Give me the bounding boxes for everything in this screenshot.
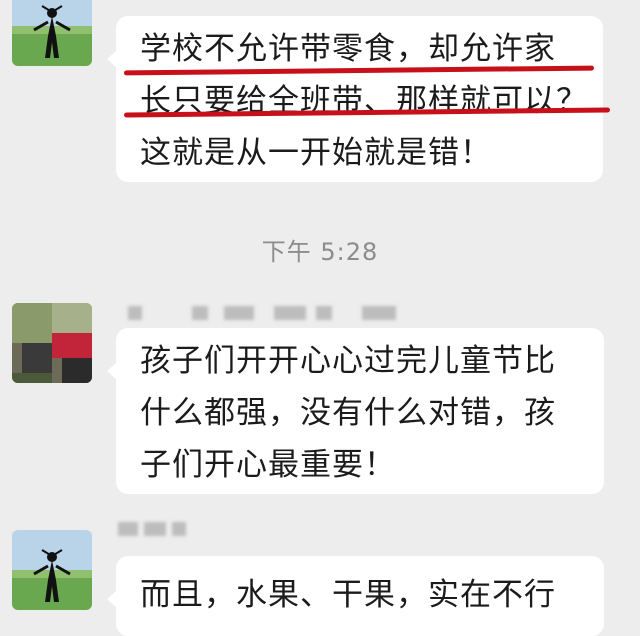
- avatar-image: [12, 530, 92, 610]
- timestamp: 下午 5:28: [261, 238, 379, 266]
- avatar-image: [12, 303, 92, 383]
- message-line: 子们开心最重要！: [140, 447, 396, 483]
- message-line: 而且，水果、干果，实在不行: [140, 577, 556, 613]
- message-line: 孩子们开开心心过完儿童节比: [140, 343, 556, 379]
- message-line: 什么都强，没有什么对错，孩: [140, 395, 556, 431]
- avatar-image: [12, 0, 92, 66]
- sender-name-redacted: [118, 522, 198, 542]
- sender-name-redacted: [128, 306, 408, 326]
- message-line: 这就是从一开始就是错！: [140, 135, 492, 171]
- sender-avatar[interactable]: [12, 303, 92, 383]
- sender-avatar[interactable]: [12, 530, 92, 610]
- message-bubble[interactable]: 孩子们开开心心过完儿童节比 什么都强，没有什么对错，孩 子们开心最重要！: [107, 328, 604, 494]
- sender-avatar[interactable]: [12, 0, 92, 66]
- message-bubble[interactable]: 学校不允许带零食，却允许家 长只要给全班带、那样就可以？ 这就是从一开始就是错！: [107, 16, 603, 182]
- message-bubble[interactable]: 而且，水果、干果，实在不行: [107, 556, 604, 636]
- message-line: 长只要给全班带、那样就可以？: [140, 83, 588, 119]
